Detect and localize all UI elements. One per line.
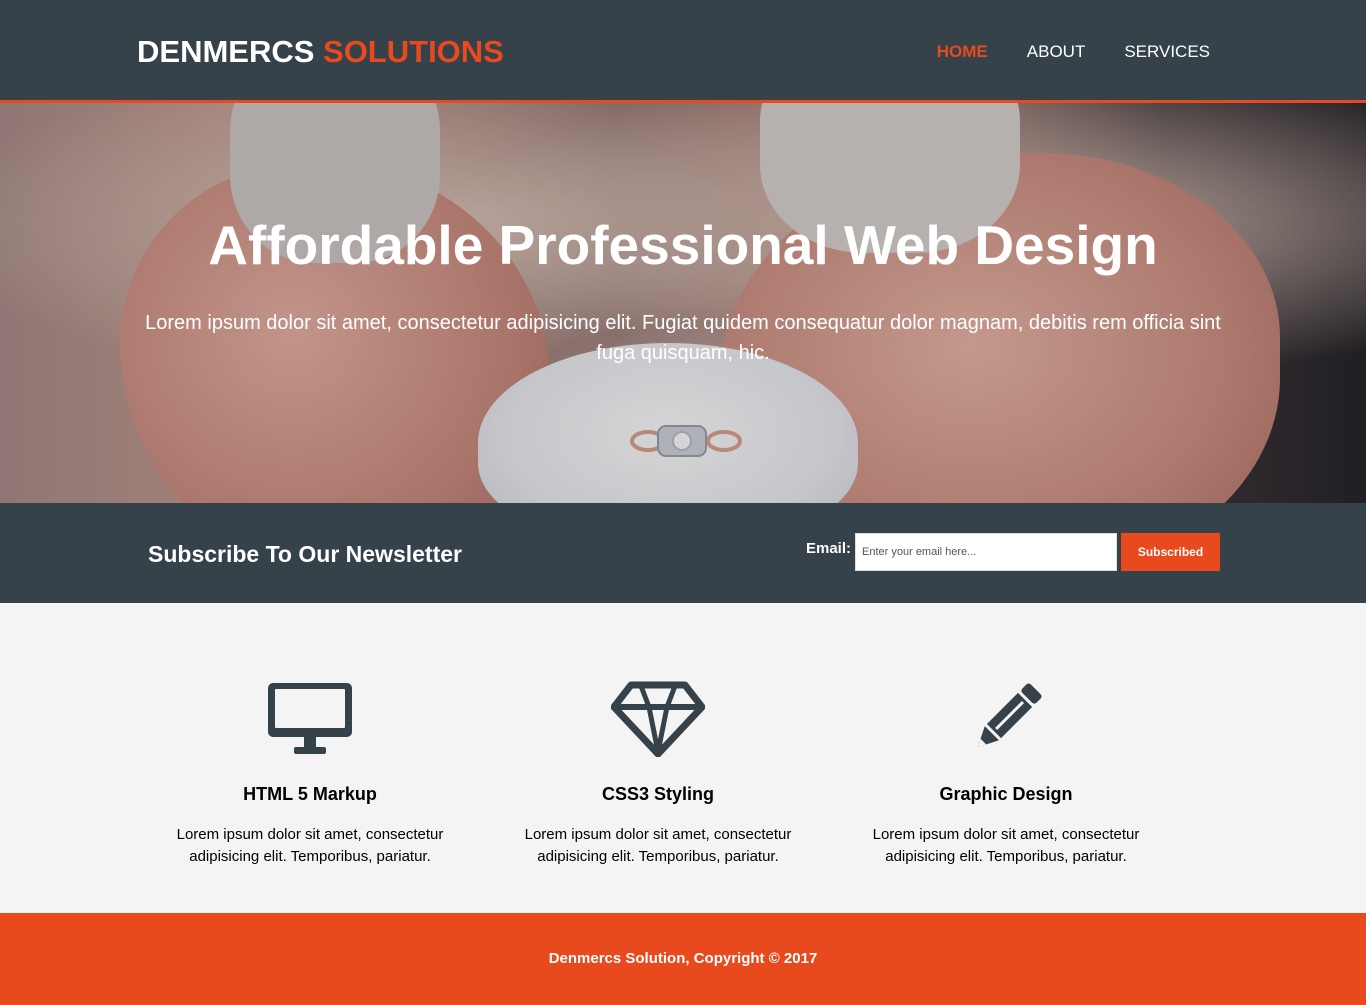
footer-copyright: Denmercs Solution, Copyright © 2017 [548,950,818,967]
site-footer: Denmercs Solution, Copyright © 2017 [0,913,1366,1005]
brand-logo[interactable]: DENMERCS SOLUTIONS [137,34,504,70]
monitor-icon [268,683,352,754]
feature-title: CSS3 Styling [601,784,715,804]
nav-link-services[interactable]: SERVICES [1124,42,1210,62]
email-label: Email: [806,539,852,557]
hero-overlay [0,103,1366,503]
hero-title: Affordable Professional Web Design [208,214,1158,276]
feature-title: Graphic Design [939,784,1073,804]
nav-link-about[interactable]: ABOUT [1027,42,1086,62]
feature-icon-wrap [846,681,1166,761]
diamond-icon [611,681,705,757]
newsletter-section: Subscribe To Our Newsletter Email: Subsc… [0,503,1366,603]
features-section: HTML 5 Markup Lorem ipsum dolor sit amet… [0,603,1366,913]
nav-link-home[interactable]: HOME [937,42,988,62]
feature-text: Lorem ipsum dolor sit amet, consectetur … [524,826,792,865]
newsletter-heading: Subscribe To Our Newsletter [148,541,462,567]
feature-text: Lorem ipsum dolor sit amet, consectetur … [176,826,444,865]
feature-title: HTML 5 Markup [243,784,377,804]
brand-name: DENMERCS [137,34,324,69]
feature-icon-wrap [150,681,470,761]
feature-text: Lorem ipsum dolor sit amet, consectetur … [872,826,1140,865]
pencil-icon [977,683,1042,748]
feature-icon-wrap [498,681,818,761]
newsletter-form: Email: Subscribed [806,533,1221,571]
brand-highlight: SOLUTIONS [323,34,504,69]
hero-text: Lorem ipsum dolor sit amet, consectetur … [145,312,1221,364]
site-header: DENMERCS SOLUTIONS HOME ABOUT SERVICES [0,0,1366,100]
main-nav: HOME ABOUT SERVICES [898,42,1210,62]
email-input[interactable] [855,533,1118,571]
subscribe-button[interactable]: Subscribed [1121,533,1221,571]
hero-showcase: Affordable Professional Web Design Lorem… [0,103,1366,503]
